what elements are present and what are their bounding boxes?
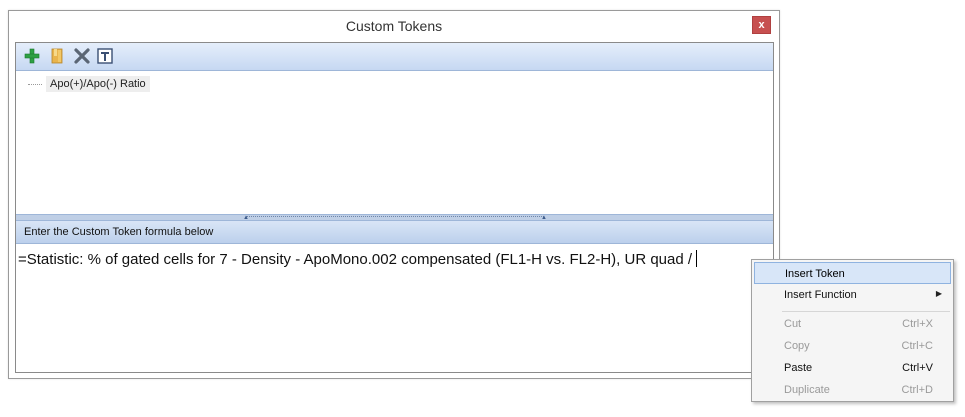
menu-item-cut[interactable]: Cut Ctrl+X (754, 313, 951, 335)
token-list-item[interactable]: Apo(+)/Apo(-) Ratio (46, 76, 150, 92)
text-caret (696, 250, 698, 267)
token-list: Apo(+)/Apo(-) Ratio (16, 71, 773, 214)
context-menu: Insert Token Insert Function ▶ Cut Ctrl+… (751, 259, 954, 402)
window-title: Custom Tokens (345, 18, 443, 34)
add-button[interactable] (23, 47, 41, 65)
menu-item-duplicate[interactable]: Duplicate Ctrl+D (754, 379, 951, 401)
splitter-grip: ▲ ▲ (243, 215, 547, 221)
menu-item-copy[interactable]: Copy Ctrl+C (754, 335, 951, 357)
custom-tokens-window: Custom Tokens x Apo(+)/Apo(-) Ratio ▲ ▲ … (8, 10, 780, 379)
text-token-icon (97, 48, 113, 64)
tree-connector (28, 84, 42, 85)
submenu-arrow-icon: ▶ (935, 289, 942, 298)
dialog-client: Apo(+)/Apo(-) Ratio ▲ ▲ Enter the Custom… (15, 42, 774, 373)
menu-item-label: Insert Function (784, 289, 857, 301)
menu-item-label: Copy (784, 340, 810, 352)
formula-text-line: =Statistic: % of gated cells for 7 - Den… (18, 250, 698, 268)
menu-item-shortcut: Ctrl+X (902, 318, 933, 330)
edit-token-button[interactable] (96, 47, 114, 65)
title-bar[interactable]: Custom Tokens x (9, 11, 779, 42)
menu-item-shortcut: Ctrl+C (901, 340, 933, 352)
delete-icon (74, 48, 90, 64)
menu-item-label: Paste (784, 362, 813, 374)
delete-button[interactable] (73, 47, 91, 65)
menu-item-shortcut: Ctrl+D (901, 384, 933, 396)
formula-header-label: Enter the Custom Token formula below (24, 226, 214, 238)
menu-item-label: Insert Token (785, 268, 845, 280)
menu-item-insert-function[interactable]: Insert Function ▶ (754, 284, 951, 306)
open-button[interactable] (48, 47, 66, 65)
formula-text: =Statistic: % of gated cells for 7 - Den… (18, 251, 693, 268)
formula-header: Enter the Custom Token formula below (16, 221, 773, 244)
panel-splitter[interactable]: ▲ ▲ (16, 214, 773, 221)
menu-item-label: Cut (784, 318, 802, 330)
menu-item-insert-token[interactable]: Insert Token (754, 262, 951, 284)
menu-item-paste[interactable]: Paste Ctrl+V (754, 357, 951, 379)
menu-separator (782, 311, 950, 312)
formula-editor[interactable]: =Statistic: % of gated cells for 7 - Den… (16, 244, 773, 372)
menu-item-shortcut: Ctrl+V (902, 362, 933, 374)
toolbar (16, 43, 773, 71)
close-button[interactable]: x (752, 16, 771, 34)
add-icon (24, 48, 40, 64)
folder-icon (51, 48, 63, 64)
menu-item-label: Duplicate (784, 384, 830, 396)
